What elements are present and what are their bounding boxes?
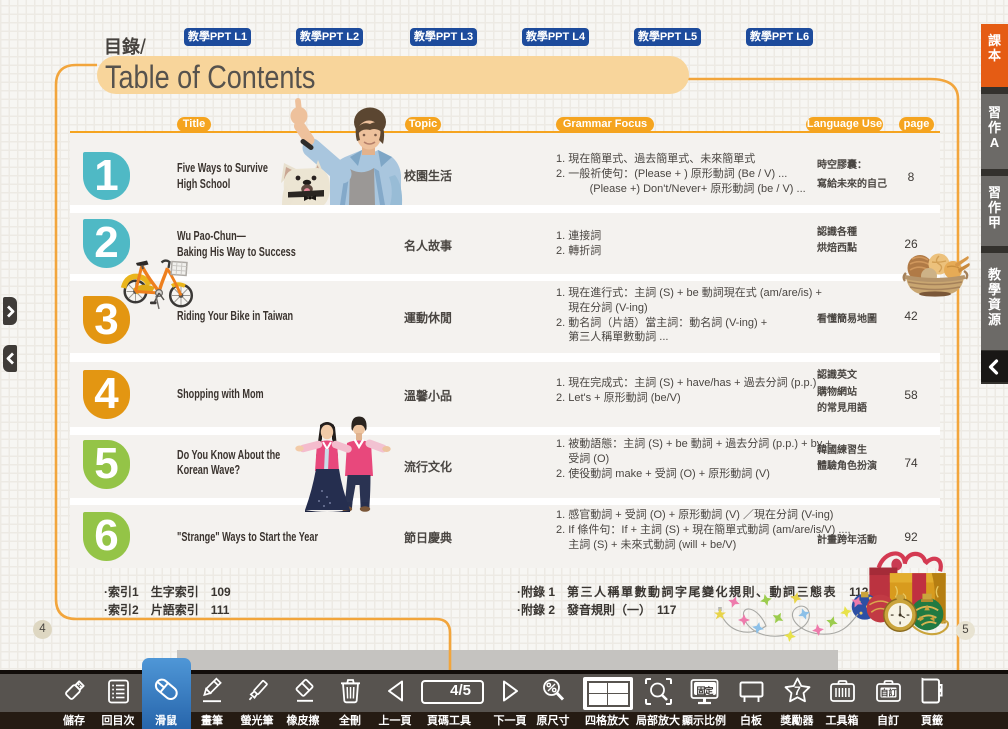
- svg-text:7: 7: [794, 684, 801, 698]
- svg-text:自訂: 自訂: [881, 688, 897, 698]
